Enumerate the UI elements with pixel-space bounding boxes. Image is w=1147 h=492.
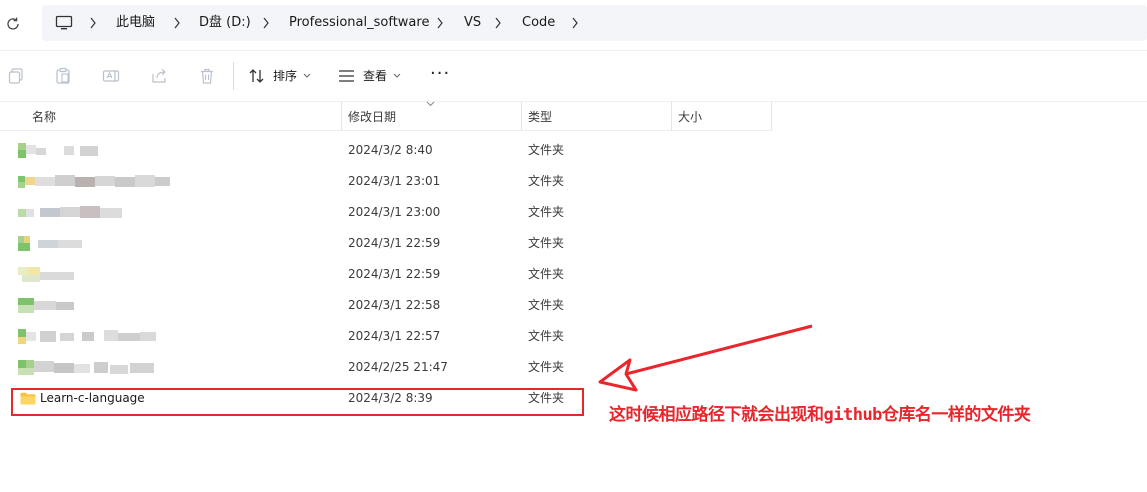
table-row[interactable]: 2024/3/2 8:40 文件夹 bbox=[0, 135, 1147, 166]
breadcrumb-item-vs[interactable]: VS bbox=[464, 5, 481, 41]
column-divider[interactable] bbox=[521, 102, 522, 130]
paste-icon[interactable] bbox=[54, 67, 72, 85]
share-icon[interactable] bbox=[150, 67, 168, 85]
chevron-right-icon[interactable] bbox=[88, 17, 98, 29]
divider bbox=[0, 130, 772, 131]
row-date: 2024/3/1 22:59 bbox=[348, 267, 441, 281]
chevron-right-icon[interactable] bbox=[570, 17, 580, 29]
annotation-note: 这时候相应路径下就会出现和github仓库名一样的文件夹 bbox=[609, 405, 1031, 425]
chevron-right-icon[interactable] bbox=[493, 17, 503, 29]
row-date: 2024/3/1 23:01 bbox=[348, 174, 441, 188]
view-button[interactable]: 查看 bbox=[338, 64, 404, 88]
chevron-right-icon[interactable] bbox=[261, 17, 271, 29]
column-divider[interactable] bbox=[341, 102, 342, 130]
row-date: 2024/3/1 22:59 bbox=[348, 236, 441, 250]
row-date: 2024/3/1 22:58 bbox=[348, 298, 441, 312]
table-row[interactable]: 2024/2/25 21:47 文件夹 bbox=[0, 352, 1147, 383]
column-divider[interactable] bbox=[671, 102, 672, 130]
highlight-box bbox=[11, 388, 584, 416]
computer-icon[interactable] bbox=[55, 15, 73, 31]
row-type: 文件夹 bbox=[528, 205, 565, 219]
row-date: 2024/3/1 23:00 bbox=[348, 205, 441, 219]
row-date: 2024/3/2 8:40 bbox=[348, 143, 433, 157]
divider bbox=[0, 101, 1147, 102]
refresh-icon[interactable] bbox=[4, 15, 22, 33]
table-row[interactable]: 2024/3/1 22:58 文件夹 bbox=[0, 290, 1147, 321]
breadcrumb[interactable]: 此电脑 D盘 (D:) Professional_software VS Cod… bbox=[42, 5, 1147, 41]
table-row[interactable]: 2024/3/1 22:59 文件夹 bbox=[0, 259, 1147, 290]
table-row[interactable]: 2024/3/1 22:57 文件夹 bbox=[0, 321, 1147, 352]
row-type: 文件夹 bbox=[528, 298, 565, 312]
table-row[interactable]: 2024/3/1 23:00 文件夹 bbox=[0, 197, 1147, 228]
breadcrumb-item-d-drive[interactable]: D盘 (D:) bbox=[199, 5, 251, 41]
column-header-name[interactable]: 名称 bbox=[32, 104, 56, 130]
copy-icon[interactable] bbox=[7, 67, 25, 85]
breadcrumb-item-code[interactable]: Code bbox=[522, 5, 555, 41]
row-type: 文件夹 bbox=[528, 143, 565, 157]
rename-icon[interactable] bbox=[102, 67, 120, 85]
chevron-down-icon bbox=[393, 73, 401, 78]
address-bar-row: 此电脑 D盘 (D:) Professional_software VS Cod… bbox=[0, 0, 1147, 50]
chevron-down-icon bbox=[303, 73, 311, 78]
row-type: 文件夹 bbox=[528, 174, 565, 188]
view-label: 查看 bbox=[363, 69, 388, 83]
more-options-button[interactable]: ··· bbox=[430, 64, 450, 84]
arrow-icon bbox=[598, 324, 813, 392]
table-row[interactable]: 2024/3/1 22:59 文件夹 bbox=[0, 228, 1147, 259]
row-date: 2024/3/1 22:57 bbox=[348, 329, 441, 343]
row-type: 文件夹 bbox=[528, 360, 565, 374]
sort-indicator-icon bbox=[426, 101, 435, 107]
breadcrumb-item-professional-software[interactable]: Professional_software bbox=[289, 5, 429, 41]
delete-icon[interactable] bbox=[198, 67, 216, 85]
sort-label: 排序 bbox=[273, 69, 298, 83]
sort-icon bbox=[249, 69, 264, 83]
row-type: 文件夹 bbox=[528, 267, 565, 281]
table-row[interactable]: 2024/3/1 23:01 文件夹 bbox=[0, 166, 1147, 197]
sort-button[interactable]: 排序 bbox=[248, 64, 314, 88]
column-header-date[interactable]: 修改日期 bbox=[348, 104, 396, 130]
column-divider[interactable] bbox=[771, 102, 772, 130]
row-date: 2024/2/25 21:47 bbox=[348, 360, 448, 374]
chevron-right-icon[interactable] bbox=[172, 17, 182, 29]
toolbar-divider bbox=[233, 62, 234, 90]
chevron-right-icon[interactable] bbox=[435, 17, 445, 29]
row-type: 文件夹 bbox=[528, 329, 565, 343]
command-bar: 排序 查看 ··· bbox=[0, 51, 1147, 101]
row-type: 文件夹 bbox=[528, 236, 565, 250]
column-header-size[interactable]: 大小 bbox=[678, 104, 702, 130]
breadcrumb-item-this-pc[interactable]: 此电脑 bbox=[116, 5, 155, 41]
column-header-type[interactable]: 类型 bbox=[528, 104, 552, 130]
view-icon bbox=[339, 70, 354, 82]
